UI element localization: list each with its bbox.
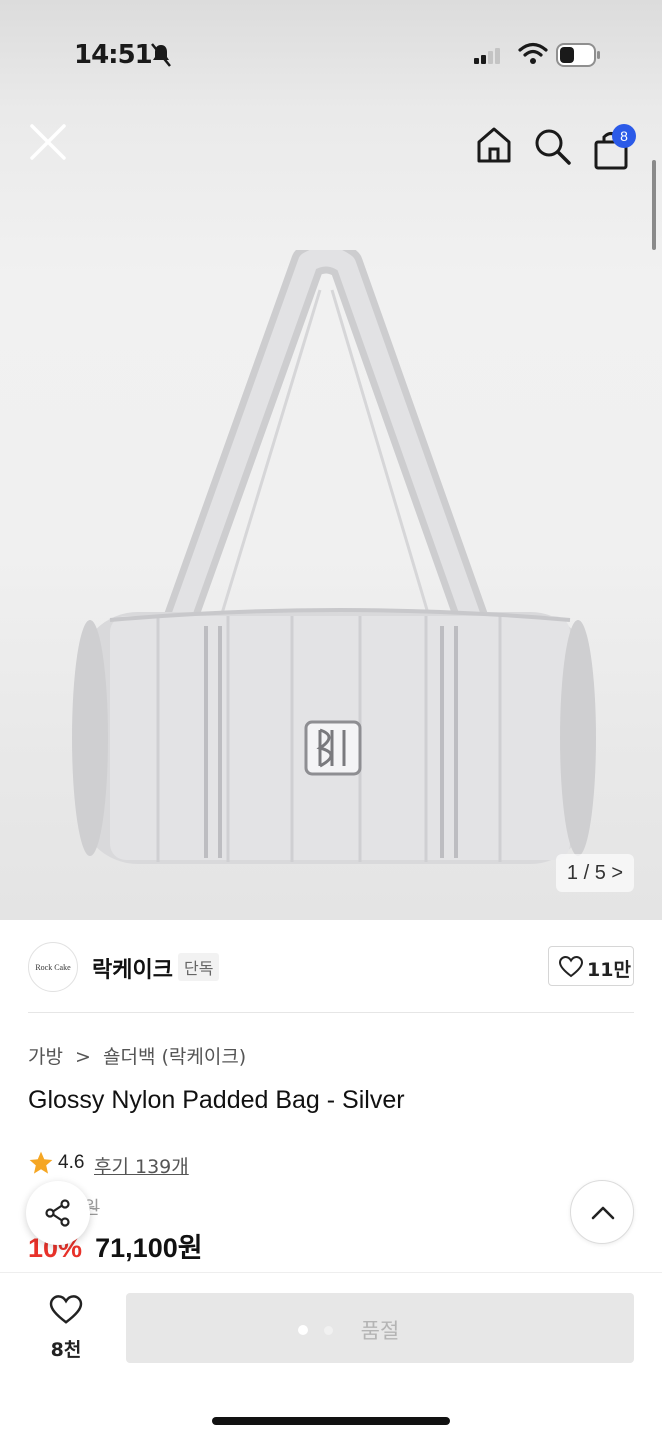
sold-out-label: 품절 (360, 1319, 400, 1343)
wishlist-button[interactable]: 8천 (36, 1295, 96, 1365)
review-count-link[interactable]: 후기 139개 (94, 1152, 189, 1179)
bell-muted-icon (151, 43, 171, 67)
bottom-action-bar: 8천 품절 (0, 1272, 662, 1440)
brand-name[interactable]: 락케이크 (92, 952, 173, 984)
product-title: Glossy Nylon Padded Bag - Silver (28, 1086, 405, 1114)
home-icon[interactable] (474, 124, 514, 164)
search-icon[interactable] (532, 126, 572, 166)
scroll-to-top-button[interactable] (570, 1180, 634, 1244)
brand-like-count: 11만 (587, 959, 631, 981)
star-icon (29, 1151, 53, 1174)
sold-out-button[interactable]: 품절 (126, 1293, 634, 1363)
rating-score: 4.6 (58, 1152, 85, 1173)
brand-logo[interactable]: Rock Cake (28, 942, 78, 992)
product-photo (72, 250, 596, 864)
breadcrumb-separator: > (75, 1046, 91, 1068)
cart-button[interactable]: 8 (592, 124, 636, 170)
brand-like-button[interactable]: 11만 (548, 946, 634, 986)
heart-icon (559, 956, 583, 978)
breadcrumb: 가방 > 숄더백 (락케이크) (28, 1042, 252, 1069)
status-bar: 14:51 (0, 34, 662, 78)
sale-price: 71,100원 (95, 1233, 203, 1263)
breadcrumb-subcategory[interactable]: 숄더백 (락케이크) (103, 1046, 246, 1068)
wifi-icon (518, 42, 548, 64)
close-icon[interactable] (28, 122, 68, 162)
exclusive-badge: 단독 (178, 953, 220, 981)
chevron-up-icon (591, 1206, 615, 1220)
home-indicator (212, 1417, 450, 1425)
breadcrumb-category[interactable]: 가방 (28, 1046, 63, 1068)
wishlist-count: 8천 (50, 1339, 82, 1361)
scrollbar[interactable] (652, 160, 656, 250)
product-image-gallery[interactable]: 14:51 8 1 / 5 > (0, 0, 662, 920)
status-time: 14:51 (74, 40, 153, 70)
brand-row: Rock Cake 락케이크 단독 11만 (0, 920, 662, 1012)
heart-icon (49, 1295, 83, 1324)
cellular-signal-icon (474, 48, 500, 64)
gallery-pager[interactable]: 1 / 5 > (556, 854, 634, 892)
share-button[interactable] (26, 1181, 90, 1245)
share-icon (45, 1199, 70, 1227)
cart-count-badge: 8 (612, 124, 636, 148)
divider (28, 1012, 634, 1013)
battery-icon (556, 43, 600, 67)
top-navigation: 8 (0, 118, 662, 178)
